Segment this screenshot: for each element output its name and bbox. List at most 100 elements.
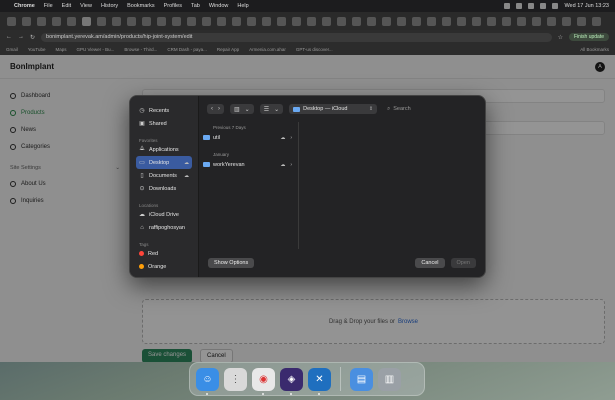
menubar-clock[interactable]: Wed 17 Jun 13:23 [564, 3, 609, 9]
battery-icon[interactable] [528, 3, 535, 9]
browser-tab[interactable] [217, 16, 226, 26]
browser-tab[interactable] [7, 16, 16, 26]
bookmark-item[interactable]: Maps [55, 47, 66, 52]
browser-tab[interactable] [487, 16, 496, 26]
all-bookmarks[interactable]: All Bookmarks [580, 47, 609, 52]
browser-tab[interactable] [322, 16, 331, 26]
browser-tab[interactable] [247, 16, 256, 26]
browser-tab[interactable] [532, 16, 541, 26]
back-icon[interactable]: ← [6, 34, 12, 40]
sidebar-item-desktop[interactable]: ▭ Desktop ☁ [136, 156, 192, 169]
menu-view[interactable]: View [80, 3, 92, 9]
sidebar-item-icloud-drive[interactable]: ☁ iCloud Drive [136, 208, 192, 221]
browser-tab[interactable] [262, 16, 271, 26]
browser-tab[interactable] [292, 16, 301, 26]
browser-tab[interactable] [172, 16, 181, 26]
sidebar-item-shared[interactable]: ▣ Shared [136, 117, 192, 130]
back-icon[interactable]: ‹ [211, 106, 213, 112]
bookmark-item[interactable]: Repair App [217, 47, 239, 52]
sidebar-item-downloads[interactable]: ⊙ Downloads [136, 182, 192, 195]
browser-tab[interactable] [442, 16, 451, 26]
vscode-icon[interactable]: ✕ [308, 367, 331, 395]
browser-tab[interactable] [67, 16, 76, 26]
launchpad-icon[interactable]: ⋮ [224, 367, 247, 391]
menu-history[interactable]: History [101, 3, 118, 9]
menu-edit[interactable]: Edit [62, 3, 71, 9]
browser-tab[interactable] [127, 16, 136, 26]
menu-profiles[interactable]: Profiles [164, 3, 182, 9]
star-icon[interactable]: ☆ [558, 34, 563, 41]
view-mode-button[interactable]: ▥ ⌄ [230, 104, 254, 114]
browser-tab[interactable] [307, 16, 316, 26]
browser-tab[interactable] [187, 16, 196, 26]
show-options-button[interactable]: Show Options [208, 258, 255, 268]
finish-update-button[interactable]: Finish update [568, 33, 609, 41]
browser-tab[interactable] [157, 16, 166, 26]
browser-tab[interactable] [112, 16, 121, 26]
browser-tab[interactable] [397, 16, 406, 26]
menu-help[interactable]: Help [237, 3, 248, 9]
browser-tab[interactable] [427, 16, 436, 26]
wifi-icon[interactable] [540, 3, 547, 9]
browser-tab[interactable] [37, 16, 46, 26]
file-item-workyerevan[interactable]: workYerevan ☁ › [199, 159, 298, 170]
bookmark-item[interactable]: Armenia.com.ahar [249, 47, 286, 52]
browser-tab[interactable] [382, 16, 391, 26]
browser-tab[interactable] [562, 16, 571, 26]
chrome-icon[interactable]: ◉ [252, 367, 275, 395]
group-by-button[interactable]: ☰ ⌄ [259, 104, 284, 114]
bookmark-item[interactable]: Browse - Third... [124, 47, 157, 52]
bookmark-item[interactable]: Gmail [6, 47, 18, 52]
menu-file[interactable]: File [44, 3, 53, 9]
browser-tab[interactable] [202, 16, 211, 26]
sidebar-item-documents[interactable]: ▯ Documents ☁ [136, 169, 192, 182]
menu-window[interactable]: Window [209, 3, 229, 9]
browser-tab[interactable] [472, 16, 481, 26]
browser-tab[interactable] [457, 16, 466, 26]
browser-tab[interactable] [502, 16, 511, 26]
browser-tab[interactable] [277, 16, 286, 26]
location-popup[interactable]: Desktop — iCloud ⇕ [289, 104, 378, 114]
menu-tab[interactable]: Tab [191, 3, 200, 9]
trash-icon[interactable]: ▥ [378, 367, 401, 391]
bookmark-item[interactable]: GPT-us discover... [296, 47, 333, 52]
menu-bookmarks[interactable]: Bookmarks [127, 3, 155, 9]
tray-icon[interactable] [516, 3, 523, 9]
browser-tab[interactable] [52, 16, 61, 26]
browser-tab[interactable] [577, 16, 586, 26]
browser-tab-active[interactable] [82, 16, 91, 26]
cancel-button[interactable]: Cancel [415, 258, 445, 268]
forward-icon[interactable]: → [18, 34, 24, 40]
browser-tab[interactable] [337, 16, 346, 26]
browser-tab[interactable] [592, 16, 601, 26]
address-bar[interactable]: bonimplant.yerevak.am/admin/products/hip… [41, 32, 552, 42]
sidebar-item-tag-orange[interactable]: Orange [136, 260, 192, 273]
browser-tab[interactable] [547, 16, 556, 26]
browser-tab[interactable] [367, 16, 376, 26]
tray-icon[interactable] [504, 3, 511, 9]
sidebar-item-recents[interactable]: ◷ Recents [136, 104, 192, 117]
forward-icon[interactable]: › [218, 106, 220, 112]
browser-tab[interactable] [232, 16, 241, 26]
preview-icon[interactable]: ▤ [350, 367, 373, 391]
bookmark-item[interactable]: CRM Dash - paya... [167, 47, 207, 52]
menu-app-chrome[interactable]: Chrome [14, 3, 35, 9]
finder-icon[interactable]: ☺ [196, 367, 219, 395]
browser-tab[interactable] [412, 16, 421, 26]
browser-tab[interactable] [142, 16, 151, 26]
sidebar-item-home[interactable]: ⌂ raffipoghosyan [136, 221, 192, 234]
open-button[interactable]: Open [450, 258, 476, 268]
browser-tab[interactable] [517, 16, 526, 26]
bookmark-item[interactable]: GPU Viewer - Bu... [76, 47, 114, 52]
browser-tab[interactable] [22, 16, 31, 26]
reload-icon[interactable]: ↻ [30, 34, 35, 41]
search-field[interactable]: ⌕ Search [387, 106, 411, 113]
bookmark-item[interactable]: YouTube [28, 47, 46, 52]
browser-tab[interactable] [97, 16, 106, 26]
browser-tab[interactable] [352, 16, 361, 26]
sidebar-item-applications[interactable]: ⟁ Applications [136, 143, 192, 156]
sidebar-item-tag-red[interactable]: Red [136, 247, 192, 260]
control-center-icon[interactable] [552, 3, 559, 9]
app-purple-icon[interactable]: ◈ [280, 367, 303, 395]
file-item-util[interactable]: util ☁ › [199, 132, 298, 143]
